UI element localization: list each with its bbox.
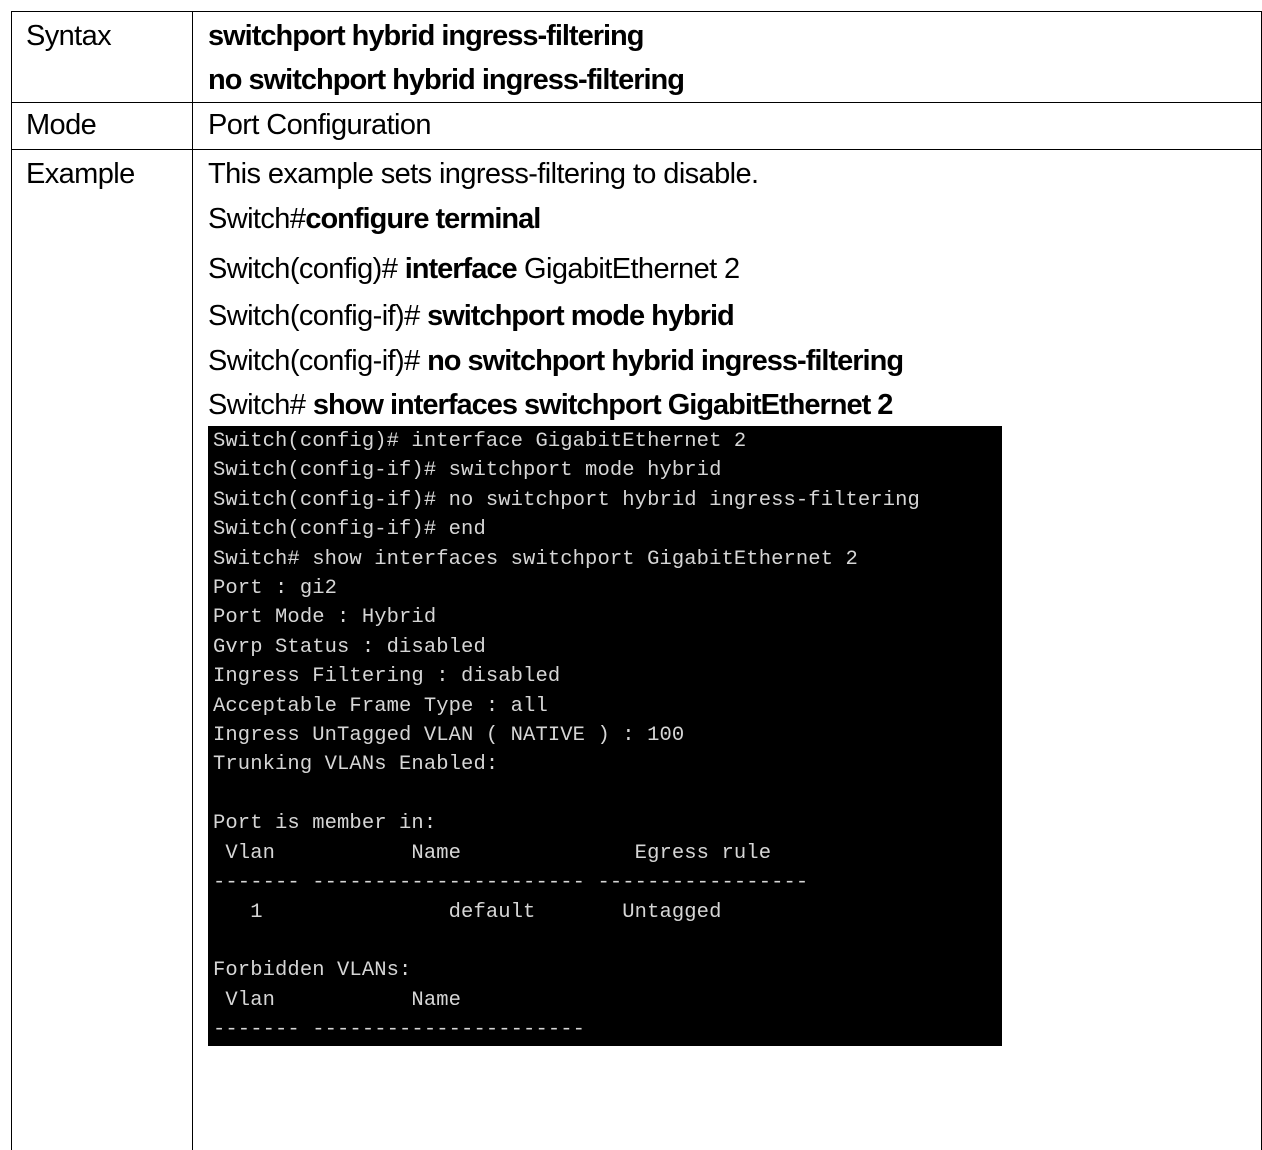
- mode-label-cell: Mode: [12, 103, 193, 150]
- terminal-line: Port is member in:: [213, 812, 436, 835]
- terminal-line: Forbidden VLANs:: [213, 959, 411, 982]
- terminal-line: Port : gi2: [213, 577, 337, 600]
- terminal-line: Switch(config)# interface GigabitEtherne…: [213, 430, 746, 453]
- example-description: This example sets ingress-filtering to d…: [208, 150, 1261, 196]
- terminal-line: Switch(config-if)# switchport mode hybri…: [213, 459, 721, 482]
- example-content-cell: This example sets ingress-filtering to d…: [193, 150, 1262, 1150]
- example-label: Example: [26, 150, 192, 196]
- syntax-content-cell: switchport hybrid ingress-filtering no s…: [193, 12, 1262, 103]
- terminal-line: Ingress Filtering : disabled: [213, 665, 560, 688]
- syntax-label: Syntax: [26, 12, 192, 58]
- terminal-line: Trunking VLANs Enabled:: [213, 753, 498, 776]
- mode-content-cell: Port Configuration: [193, 103, 1262, 150]
- command-prompt: Switch(config)#: [208, 253, 405, 285]
- example-command-4: Switch(config-if)# no switchport hybrid …: [208, 338, 1261, 384]
- command-keyword: switchport mode hybrid: [427, 300, 734, 332]
- command-prompt: Switch#: [208, 389, 313, 421]
- terminal-line: Switch(config-if)# end: [213, 518, 486, 541]
- example-row: Example This example sets ingress-filter…: [12, 150, 1262, 1150]
- example-command-1: Switch#configure terminal: [208, 196, 1261, 242]
- command-keyword: configure terminal: [305, 203, 540, 235]
- terminal-line: Vlan Name: [213, 989, 461, 1012]
- command-argument: GigabitEthernet 2: [517, 253, 740, 285]
- command-prompt: Switch#: [208, 203, 305, 235]
- example-command-3: Switch(config-if)# switchport mode hybri…: [208, 294, 1261, 338]
- syntax-line-1: switchport hybrid ingress-filtering: [208, 12, 1261, 58]
- command-prompt: Switch(config-if)#: [208, 345, 427, 377]
- syntax-row: Syntax switchport hybrid ingress-filteri…: [12, 12, 1262, 103]
- command-prompt: Switch(config-if)#: [208, 300, 427, 332]
- terminal-line: ------- ---------------------- ---------…: [213, 871, 808, 894]
- terminal-output: Switch(config)# interface GigabitEtherne…: [213, 427, 1002, 1045]
- terminal-line: Switch(config-if)# no switchport hybrid …: [213, 489, 920, 512]
- mode-value: Port Configuration: [208, 103, 1261, 147]
- example-command-2: Switch(config)# interface GigabitEtherne…: [208, 242, 1261, 294]
- command-reference-table: Syntax switchport hybrid ingress-filteri…: [11, 11, 1262, 1150]
- terminal-line: Ingress UnTagged VLAN ( NATIVE ) : 100: [213, 724, 684, 747]
- terminal-line: 1 default Untagged: [213, 901, 721, 924]
- command-keyword: show interfaces switchport GigabitEthern…: [313, 389, 893, 421]
- terminal-line: Port Mode : Hybrid: [213, 606, 436, 629]
- syntax-label-cell: Syntax: [12, 12, 193, 103]
- terminal-line: ------- ----------------------: [213, 1018, 585, 1041]
- command-keyword: interface: [405, 253, 517, 285]
- terminal-line: Switch# show interfaces switchport Gigab…: [213, 548, 858, 571]
- terminal-line: Acceptable Frame Type : all: [213, 695, 548, 718]
- terminal-screenshot: Switch(config)# interface GigabitEtherne…: [208, 426, 1002, 1046]
- syntax-line-2: no switchport hybrid ingress-filtering: [208, 58, 1261, 102]
- terminal-line: Vlan Name Egress rule: [213, 842, 771, 865]
- example-command-5: Switch# show interfaces switchport Gigab…: [208, 384, 1261, 426]
- terminal-line: Gvrp Status : disabled: [213, 636, 486, 659]
- example-label-cell: Example: [12, 150, 193, 1150]
- mode-label: Mode: [26, 103, 192, 147]
- command-keyword: no switchport hybrid ingress-filtering: [427, 345, 903, 377]
- mode-row: Mode Port Configuration: [12, 103, 1262, 150]
